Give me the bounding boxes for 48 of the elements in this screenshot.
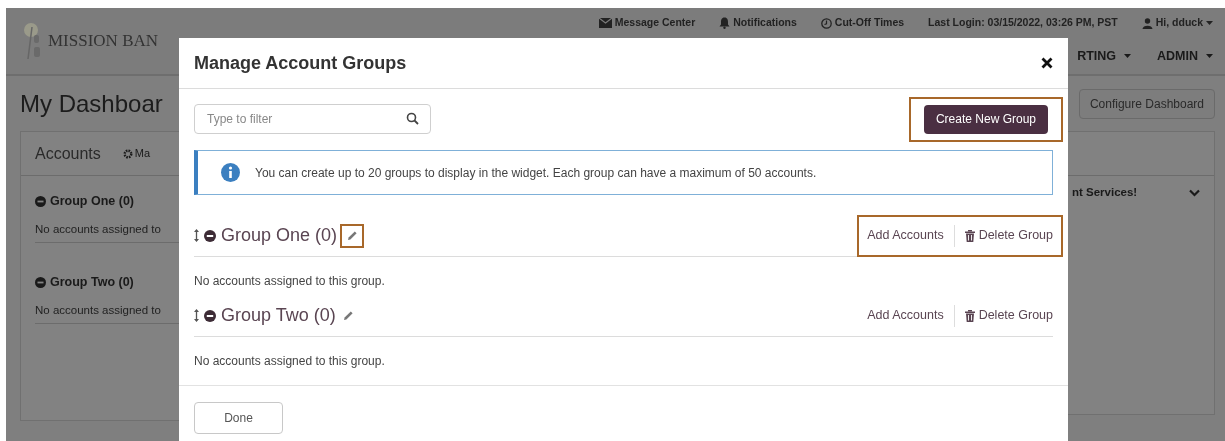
- search-icon: [406, 112, 419, 125]
- trash-icon: [964, 309, 975, 322]
- top-link[interactable]: Notifications: [733, 15, 797, 31]
- panel-title: Accounts: [35, 143, 101, 164]
- group-title: Group Two (0): [50, 274, 134, 291]
- info-icon: [221, 163, 240, 182]
- minus-circle-icon[interactable]: [204, 309, 216, 322]
- bell-icon: [719, 17, 731, 29]
- delete-group-link[interactable]: Delete Group: [964, 306, 1053, 325]
- info-message: You can create up to 20 groups to display in the widget. Each group can have a maximum of 50 accounts.: [255, 164, 817, 182]
- caret-icon: [1206, 54, 1213, 58]
- done-button[interactable]: Done: [194, 402, 283, 434]
- close-icon[interactable]: [1041, 57, 1053, 69]
- chevron-down-icon[interactable]: [1189, 188, 1200, 197]
- gear-icon: [122, 148, 133, 159]
- pencil-icon[interactable]: [343, 310, 355, 321]
- clock-icon: [820, 17, 832, 29]
- caret-icon: [1124, 54, 1132, 58]
- last-login-text: Last Login: 03/15/2022, 03:26 PM, PST: [928, 15, 1118, 31]
- create-group-button[interactable]: Create New Group: [923, 104, 1048, 134]
- envelope-icon: [598, 18, 612, 28]
- dialog-title: Manage Account Groups: [194, 51, 407, 75]
- page-title: My Dashboar: [20, 88, 163, 119]
- top-link[interactable]: Hi, dduck: [1155, 15, 1203, 31]
- manage-link[interactable]: Ma: [134, 145, 151, 162]
- panel-title: nt Services!: [1072, 185, 1138, 200]
- caret-icon: [1206, 21, 1213, 25]
- nav-menu-item[interactable]: ADMIN: [1157, 46, 1198, 66]
- delete-group-link[interactable]: Delete Group: [964, 226, 1053, 245]
- empty-message: No accounts assigned to this group.: [194, 273, 386, 290]
- top-link[interactable]: Cut-Off Times: [834, 15, 905, 31]
- group-name: Group Two (0): [221, 304, 336, 327]
- add-accounts-link[interactable]: Add Accounts: [867, 306, 944, 325]
- empty-message: No accounts assigned to this group.: [194, 353, 386, 370]
- drag-handle-icon[interactable]: [194, 229, 199, 242]
- pencil-icon[interactable]: [346, 230, 358, 241]
- top-link[interactable]: Message Center: [614, 15, 696, 31]
- minus-circle-icon[interactable]: [204, 229, 216, 242]
- drag-handle-icon[interactable]: [194, 309, 199, 322]
- filter-field[interactable]: Type to filter: [194, 104, 431, 134]
- configure-dashboard-button[interactable]: Configure Dashboard: [1078, 88, 1215, 119]
- trash-icon: [964, 229, 975, 242]
- group-name: Group One (0): [221, 224, 338, 247]
- user-icon: [1141, 17, 1153, 29]
- nav-menu-item[interactable]: RTING: [1077, 46, 1117, 66]
- group-title: Group One (0): [50, 193, 135, 210]
- logo-text: MISSION BAN: [48, 30, 159, 53]
- add-accounts-link[interactable]: Add Accounts: [867, 226, 944, 245]
